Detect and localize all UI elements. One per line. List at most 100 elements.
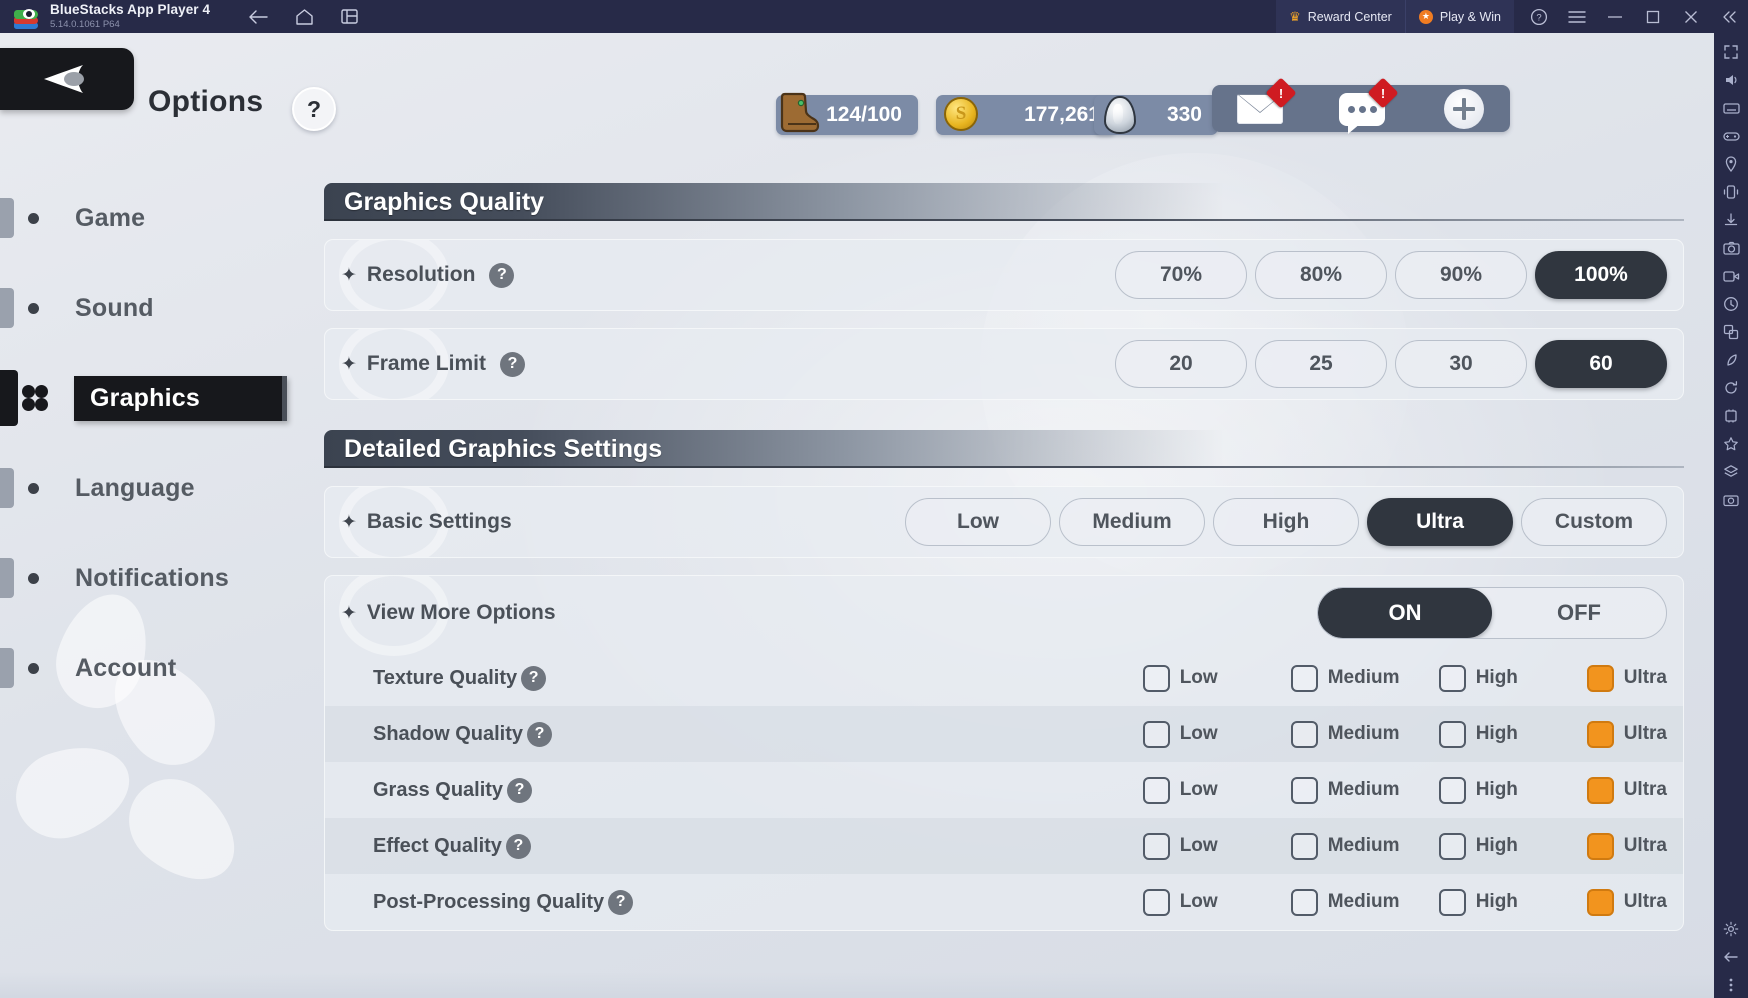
play-and-win-button[interactable]: ★ Play & Win <box>1404 0 1514 33</box>
fullscreen-icon[interactable] <box>1718 39 1744 65</box>
help-icon[interactable]: ? <box>608 889 634 915</box>
checkbox-grass-medium[interactable]: Medium <box>1290 776 1439 804</box>
checkbox-effect-high[interactable]: High <box>1438 832 1587 860</box>
currency-chip-gems[interactable]: 330 <box>1094 95 1218 135</box>
toggle-on[interactable]: ON <box>1318 588 1492 638</box>
sidebar-item-label: Language <box>75 473 195 502</box>
checkbox-shadow-medium[interactable]: Medium <box>1290 720 1439 748</box>
option-resolution-100[interactable]: 100% <box>1535 251 1667 299</box>
mail-button[interactable]: ! <box>1230 77 1297 127</box>
macro-icon[interactable] <box>1718 291 1744 317</box>
multi-instance-icon[interactable] <box>340 7 360 27</box>
option-basic-medium[interactable]: Medium <box>1059 498 1205 546</box>
menu-icon[interactable] <box>1558 0 1596 33</box>
setting-card-frame-limit: ✦ Frame Limit ? 20 25 30 60 <box>324 328 1684 400</box>
sparkle-icon: ✦ <box>341 353 357 375</box>
checkbox-grass-low[interactable]: Low <box>1142 776 1291 804</box>
checkbox-effect-low[interactable]: Low <box>1142 832 1291 860</box>
toggle-off[interactable]: OFF <box>1492 588 1666 638</box>
checkbox-post-ultra[interactable]: Ultra <box>1586 888 1667 916</box>
checkbox-group-effect-quality: Low Medium High Ultra <box>1142 832 1667 860</box>
back-nav-icon[interactable] <box>1718 944 1744 970</box>
close-icon[interactable] <box>1672 0 1710 33</box>
collapse-icon[interactable] <box>1710 0 1748 33</box>
location-icon[interactable] <box>1718 151 1744 177</box>
option-frame-30[interactable]: 30 <box>1395 340 1527 388</box>
checkbox-texture-ultra[interactable]: Ultra <box>1586 664 1667 692</box>
home-icon[interactable] <box>294 7 314 27</box>
checkbox-grass-high[interactable]: High <box>1438 776 1587 804</box>
maximize-icon[interactable] <box>1634 0 1672 33</box>
checkbox-grass-ultra[interactable]: Ultra <box>1586 776 1667 804</box>
help-icon[interactable]: ? <box>499 351 525 377</box>
screenshot-icon[interactable] <box>1718 235 1744 261</box>
option-frame-20[interactable]: 20 <box>1115 340 1247 388</box>
setting-label: Resolution <box>366 263 476 286</box>
option-frame-25[interactable]: 25 <box>1255 340 1387 388</box>
checkbox-post-high[interactable]: High <box>1438 888 1587 916</box>
camera-alt-icon[interactable] <box>1718 487 1744 513</box>
checkbox-post-low[interactable]: Low <box>1142 888 1291 916</box>
option-basic-custom[interactable]: Custom <box>1521 498 1667 546</box>
reward-center-button[interactable]: ♛ Reward Center <box>1276 0 1405 33</box>
eco-mode-icon[interactable] <box>1718 347 1744 373</box>
option-frame-60[interactable]: 60 <box>1535 340 1667 388</box>
trim-memory-icon[interactable] <box>1718 403 1744 429</box>
sidebar-tab-marker <box>0 370 18 426</box>
help-icon[interactable]: ? <box>505 833 531 859</box>
option-basic-low[interactable]: Low <box>905 498 1051 546</box>
setting-card-view-more-options: ✦ View More Options ON OFF Texture Quali… <box>324 575 1684 931</box>
settings-gear-icon[interactable] <box>1718 916 1744 942</box>
keyboard-icon[interactable] <box>1718 95 1744 121</box>
help-icon[interactable]: ? <box>521 665 547 691</box>
sidebar-item-game[interactable]: Game <box>0 173 310 263</box>
currency-chip-coins[interactable]: 177,261 <box>936 95 1116 135</box>
pin-icon[interactable] <box>1718 431 1744 457</box>
sidebar-item-language[interactable]: Language <box>0 443 310 533</box>
checkbox-texture-high[interactable]: High <box>1438 664 1587 692</box>
checkbox-post-medium[interactable]: Medium <box>1290 888 1439 916</box>
star-badge-icon: ★ <box>1418 9 1433 24</box>
chat-button[interactable]: ! <box>1332 77 1399 134</box>
game-viewport: Options ? 124/100 177,261 330 <box>0 33 1714 998</box>
add-friend-button[interactable] <box>1434 89 1494 129</box>
minimize-icon[interactable] <box>1596 0 1634 33</box>
sidebar-item-graphics[interactable]: Graphics <box>0 353 310 443</box>
option-basic-high[interactable]: High <box>1213 498 1359 546</box>
more-options-icon[interactable] <box>1718 972 1744 998</box>
back-button[interactable] <box>0 48 134 110</box>
rotate-icon[interactable] <box>1718 375 1744 401</box>
sidebar-item-label: Account <box>75 653 177 682</box>
checkbox-effect-medium[interactable]: Medium <box>1290 832 1439 860</box>
option-resolution-70[interactable]: 70% <box>1115 251 1247 299</box>
bullet-icon <box>28 482 39 494</box>
bluestacks-window: BlueStacks App Player 4 5.14.0.1061 P64 … <box>0 0 1748 998</box>
volume-icon[interactable] <box>1718 67 1744 93</box>
option-resolution-90[interactable]: 90% <box>1395 251 1527 299</box>
shake-icon[interactable] <box>1718 179 1744 205</box>
video-record-icon[interactable] <box>1718 263 1744 289</box>
checkbox-texture-low[interactable]: Low <box>1142 664 1291 692</box>
sidebar-item-sound[interactable]: Sound <box>0 263 310 353</box>
back-icon[interactable] <box>248 7 268 27</box>
setting-label: Frame Limit <box>366 352 486 375</box>
checkbox-texture-medium[interactable]: Medium <box>1290 664 1439 692</box>
sidebar-item-notifications[interactable]: Notifications <box>0 533 310 623</box>
option-basic-ultra[interactable]: Ultra <box>1367 498 1513 546</box>
checkbox-shadow-high[interactable]: High <box>1438 720 1587 748</box>
currency-chip-stamina[interactable]: 124/100 <box>776 92 918 135</box>
layers-icon[interactable] <box>1718 459 1744 485</box>
option-resolution-80[interactable]: 80% <box>1255 251 1387 299</box>
checkbox-shadow-ultra[interactable]: Ultra <box>1586 720 1667 748</box>
checkbox-effect-ultra[interactable]: Ultra <box>1586 832 1667 860</box>
install-apk-icon[interactable] <box>1718 207 1744 233</box>
checkbox-shadow-low[interactable]: Low <box>1142 720 1291 748</box>
sidebar-item-account[interactable]: Account <box>0 623 310 713</box>
gamepad-icon[interactable] <box>1718 123 1744 149</box>
multi-instance-manager-icon[interactable] <box>1718 319 1744 345</box>
help-icon[interactable]: ? <box>507 777 533 803</box>
help-icon[interactable]: ? <box>1520 0 1558 33</box>
page-help-button[interactable]: ? <box>292 87 336 131</box>
help-icon[interactable]: ? <box>489 262 515 288</box>
help-icon[interactable]: ? <box>527 721 553 747</box>
